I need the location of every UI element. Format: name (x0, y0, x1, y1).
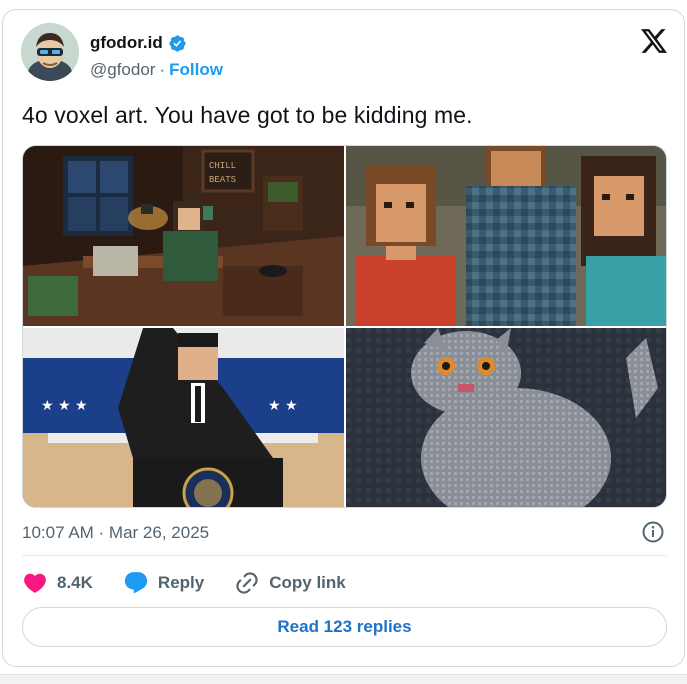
divider (22, 555, 667, 556)
media-grid: CHILL BEATS ★ ★ ★ ★ ★ (22, 145, 667, 508)
tweet-timestamp[interactable]: 10:07 AM · Mar 26, 2025 (22, 523, 209, 543)
svg-text:★ ★: ★ ★ (268, 398, 298, 414)
media-sign-text: CHILL (209, 161, 236, 171)
verified-badge-icon (169, 34, 186, 52)
read-replies-button[interactable]: Read 123 replies (22, 607, 667, 647)
like-button[interactable]: 8.4K (22, 570, 93, 596)
copy-link-label: Copy link (269, 573, 346, 592)
page-bottom-edge (0, 674, 687, 684)
follow-button[interactable]: Follow (169, 60, 223, 80)
tweet-actions: 8.4K Reply Copy link (22, 570, 376, 596)
x-logo-icon[interactable] (641, 29, 667, 53)
media-voxel-podium-speaker[interactable]: ★ ★ ★ ★ ★ (23, 328, 344, 507)
tweet-text: 4o voxel art. You have got to be kidding… (22, 102, 473, 128)
link-icon (236, 572, 258, 594)
handle-separator: · (159, 60, 166, 79)
reply-bubble-icon (124, 572, 148, 594)
info-icon[interactable] (641, 520, 665, 544)
reply-button[interactable]: Reply (123, 570, 204, 596)
like-count: 8.4K (57, 573, 93, 592)
copy-link-button[interactable]: Copy link (234, 570, 346, 596)
media-voxel-gray-cat[interactable] (346, 328, 666, 507)
svg-text:★ ★ ★: ★ ★ ★ (41, 398, 88, 414)
author-display-name[interactable]: gfodor.id (90, 33, 163, 53)
avatar[interactable] (21, 23, 79, 81)
media-voxel-lofi-room[interactable]: CHILL BEATS (23, 146, 344, 326)
author-handle[interactable]: @gfodor (90, 60, 155, 80)
svg-text:BEATS: BEATS (209, 175, 236, 185)
heart-icon (24, 573, 46, 593)
author-name-row: gfodor.id (90, 33, 187, 53)
reply-label: Reply (157, 573, 205, 592)
read-replies-label: Read 123 replies (277, 617, 412, 636)
author-handle-row: @gfodor · Follow (90, 60, 223, 80)
media-voxel-people-crowd[interactable] (346, 146, 666, 326)
